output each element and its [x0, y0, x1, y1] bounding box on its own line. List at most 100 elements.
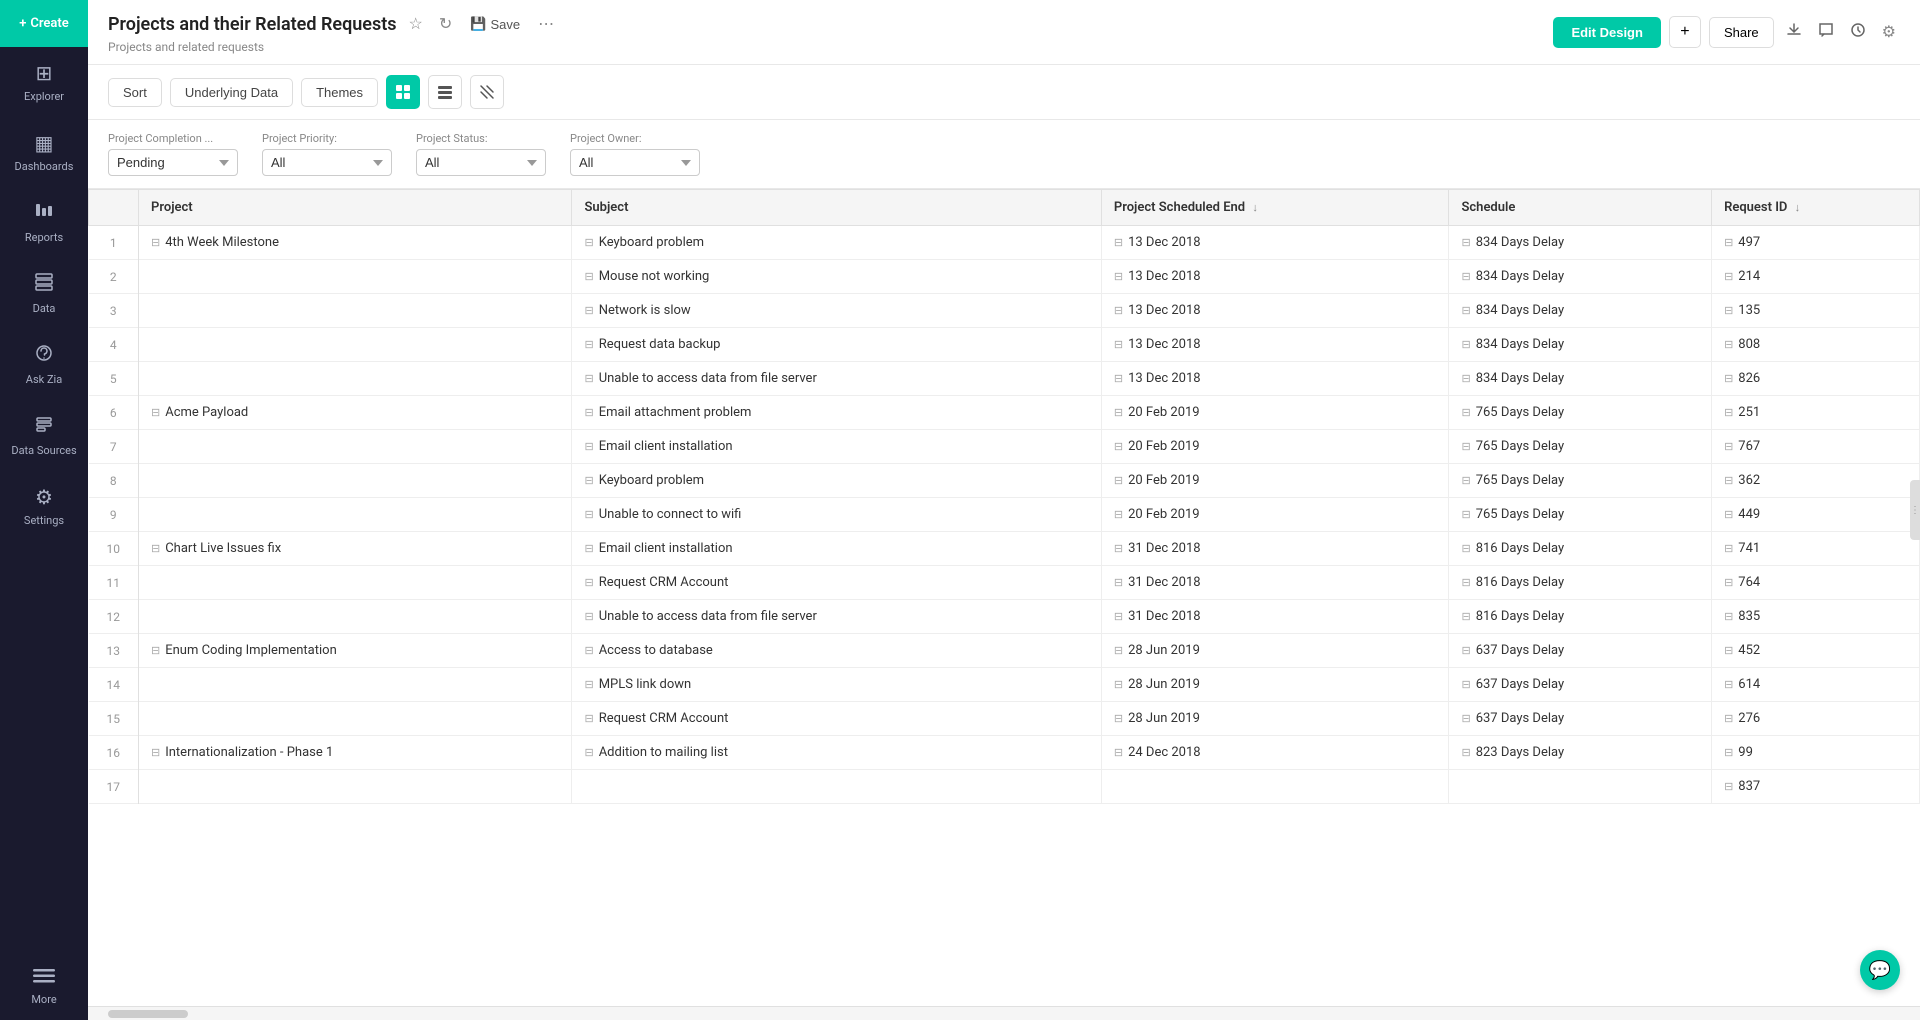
comment-button[interactable] — [1814, 18, 1838, 47]
cell-row-num: 9 — [89, 498, 139, 532]
col-scheduled-end-label: Project Scheduled End — [1114, 200, 1245, 215]
table-row: 15⊟Request CRM Account⊟28 Jun 2019⊟637 D… — [89, 702, 1920, 736]
ask-zia-icon — [34, 343, 54, 368]
cell-scheduled-end: ⊟24 Dec 2018 — [1101, 736, 1449, 770]
subject-icon: ⊟ — [584, 236, 593, 249]
save-button[interactable]: 💾 Save — [464, 12, 526, 36]
request-icon: ⊟ — [1724, 712, 1733, 725]
title-area: Projects and their Related Requests ☆ ↻ … — [108, 10, 1541, 54]
refresh-button[interactable]: ↻ — [435, 10, 456, 38]
cell-row-num: 13 — [89, 634, 139, 668]
themes-button[interactable]: Themes — [301, 78, 378, 107]
sidebar-item-label: Reports — [25, 231, 63, 244]
cell-project — [139, 362, 572, 396]
subject-text: Request data backup — [599, 337, 721, 352]
cell-request-id: ⊟614 — [1712, 668, 1920, 702]
share-button[interactable]: Share — [1709, 17, 1774, 48]
sidebar-item-data-sources[interactable]: Data Sources — [0, 400, 88, 471]
save-icon: 💾 — [470, 16, 486, 32]
col-project[interactable]: Project — [139, 190, 572, 226]
chat-button[interactable]: 💬 — [1860, 950, 1900, 990]
filter-priority-select[interactable]: All High Medium Low — [262, 149, 392, 176]
subject-icon: ⊟ — [584, 576, 593, 589]
schedule-text: 834 Days Delay — [1476, 337, 1564, 352]
add-button[interactable]: + — [1669, 16, 1701, 48]
table-row: 3⊟Network is slow⊟13 Dec 2018⊟834 Days D… — [89, 294, 1920, 328]
date-icon: ⊟ — [1114, 746, 1123, 759]
cell-project: ⊟Enum Coding Implementation — [139, 634, 572, 668]
expand-icon[interactable]: ⊟ — [151, 644, 160, 657]
schedule-text: 637 Days Delay — [1476, 677, 1564, 692]
sidebar-item-dashboards[interactable]: ▦ Dashboards — [0, 117, 88, 187]
sidebar-item-settings[interactable]: ⚙ Settings — [0, 471, 88, 541]
cell-request-id: ⊟826 — [1712, 362, 1920, 396]
favorite-button[interactable]: ☆ — [405, 10, 427, 38]
expand-icon[interactable]: ⊟ — [151, 542, 160, 555]
schedule-icon: ⊟ — [1461, 440, 1470, 453]
create-button[interactable]: + Create — [0, 0, 88, 47]
scheduled-end-text: 20 Feb 2019 — [1128, 405, 1200, 420]
underlying-data-button[interactable]: Underlying Data — [170, 78, 293, 107]
more-icon — [33, 964, 55, 988]
request-icon: ⊟ — [1724, 644, 1733, 657]
sort-button[interactable]: Sort — [108, 78, 162, 107]
expand-icon[interactable]: ⊟ — [151, 746, 160, 759]
more-options-button[interactable]: ⋯ — [534, 10, 558, 38]
scheduled-end-text: 31 Dec 2018 — [1128, 609, 1201, 624]
cell-scheduled-end: ⊟13 Dec 2018 — [1101, 226, 1449, 260]
cell-project — [139, 668, 572, 702]
list-view-button[interactable] — [428, 75, 462, 109]
project-name: 4th Week Milestone — [165, 235, 279, 250]
subject-text: Access to database — [599, 643, 713, 658]
subject-text: Request CRM Account — [599, 575, 729, 590]
cell-schedule: ⊟637 Days Delay — [1449, 634, 1712, 668]
cell-subject: ⊟MPLS link down — [572, 668, 1101, 702]
resize-handle[interactable]: ⋮ — [1910, 480, 1920, 540]
horizontal-scrollbar[interactable] — [88, 1006, 1920, 1020]
grid-view-button[interactable] — [386, 75, 420, 109]
cell-subject: ⊟Request CRM Account — [572, 702, 1101, 736]
sidebar-item-data[interactable]: Data — [0, 258, 88, 329]
sidebar-item-ask-zia[interactable]: Ask Zia — [0, 329, 88, 400]
sidebar-item-reports[interactable]: Reports — [0, 187, 88, 258]
cell-subject: ⊟Keyboard problem — [572, 226, 1101, 260]
schedule-text: 816 Days Delay — [1476, 541, 1564, 556]
topbar: Projects and their Related Requests ☆ ↻ … — [88, 0, 1920, 65]
cell-scheduled-end: ⊟13 Dec 2018 — [1101, 294, 1449, 328]
history-button[interactable] — [1846, 18, 1870, 47]
cell-schedule: ⊟765 Days Delay — [1449, 430, 1712, 464]
cell-scheduled-end: ⊟20 Feb 2019 — [1101, 498, 1449, 532]
schedule-icon: ⊟ — [1461, 576, 1470, 589]
cell-scheduled-end: ⊟28 Jun 2019 — [1101, 702, 1449, 736]
cell-request-id: ⊟837 — [1712, 770, 1920, 804]
filter-owner-select[interactable]: All — [570, 149, 700, 176]
cell-request-id: ⊟497 — [1712, 226, 1920, 260]
subject-icon: ⊟ — [584, 678, 593, 691]
col-subject[interactable]: Subject — [572, 190, 1101, 226]
expand-icon[interactable]: ⊟ — [151, 406, 160, 419]
scheduled-end-text: 28 Jun 2019 — [1128, 643, 1200, 658]
export-button[interactable] — [1782, 18, 1806, 47]
request-icon: ⊟ — [1724, 678, 1733, 691]
expand-icon[interactable]: ⊟ — [151, 236, 160, 249]
col-schedule[interactable]: Schedule — [1449, 190, 1712, 226]
schedule-text: 823 Days Delay — [1476, 745, 1564, 760]
schedule-icon: ⊟ — [1461, 542, 1470, 555]
scrollbar-thumb[interactable] — [108, 1010, 188, 1018]
filter-status-select[interactable]: All Active Inactive — [416, 149, 546, 176]
pivot-view-button[interactable] — [470, 75, 504, 109]
col-request-id[interactable]: Request ID ↓ — [1712, 190, 1920, 226]
subject-text: Addition to mailing list — [599, 745, 728, 760]
table-row: 14⊟MPLS link down⊟28 Jun 2019⊟637 Days D… — [89, 668, 1920, 702]
col-schedule-label: Schedule — [1461, 200, 1515, 215]
cell-row-num: 15 — [89, 702, 139, 736]
settings-gear-button[interactable]: ⚙ — [1878, 18, 1900, 46]
subject-icon: ⊟ — [584, 746, 593, 759]
filter-completion-select[interactable]: Pending All Completed — [108, 149, 238, 176]
edit-design-button[interactable]: Edit Design — [1553, 17, 1661, 48]
col-scheduled-end[interactable]: Project Scheduled End ↓ — [1101, 190, 1449, 226]
cell-scheduled-end: ⊟28 Jun 2019 — [1101, 668, 1449, 702]
table-row: 4⊟Request data backup⊟13 Dec 2018⊟834 Da… — [89, 328, 1920, 362]
sidebar-item-more[interactable]: More — [0, 950, 88, 1020]
sidebar-item-explorer[interactable]: ⊞ Explorer — [0, 47, 88, 117]
